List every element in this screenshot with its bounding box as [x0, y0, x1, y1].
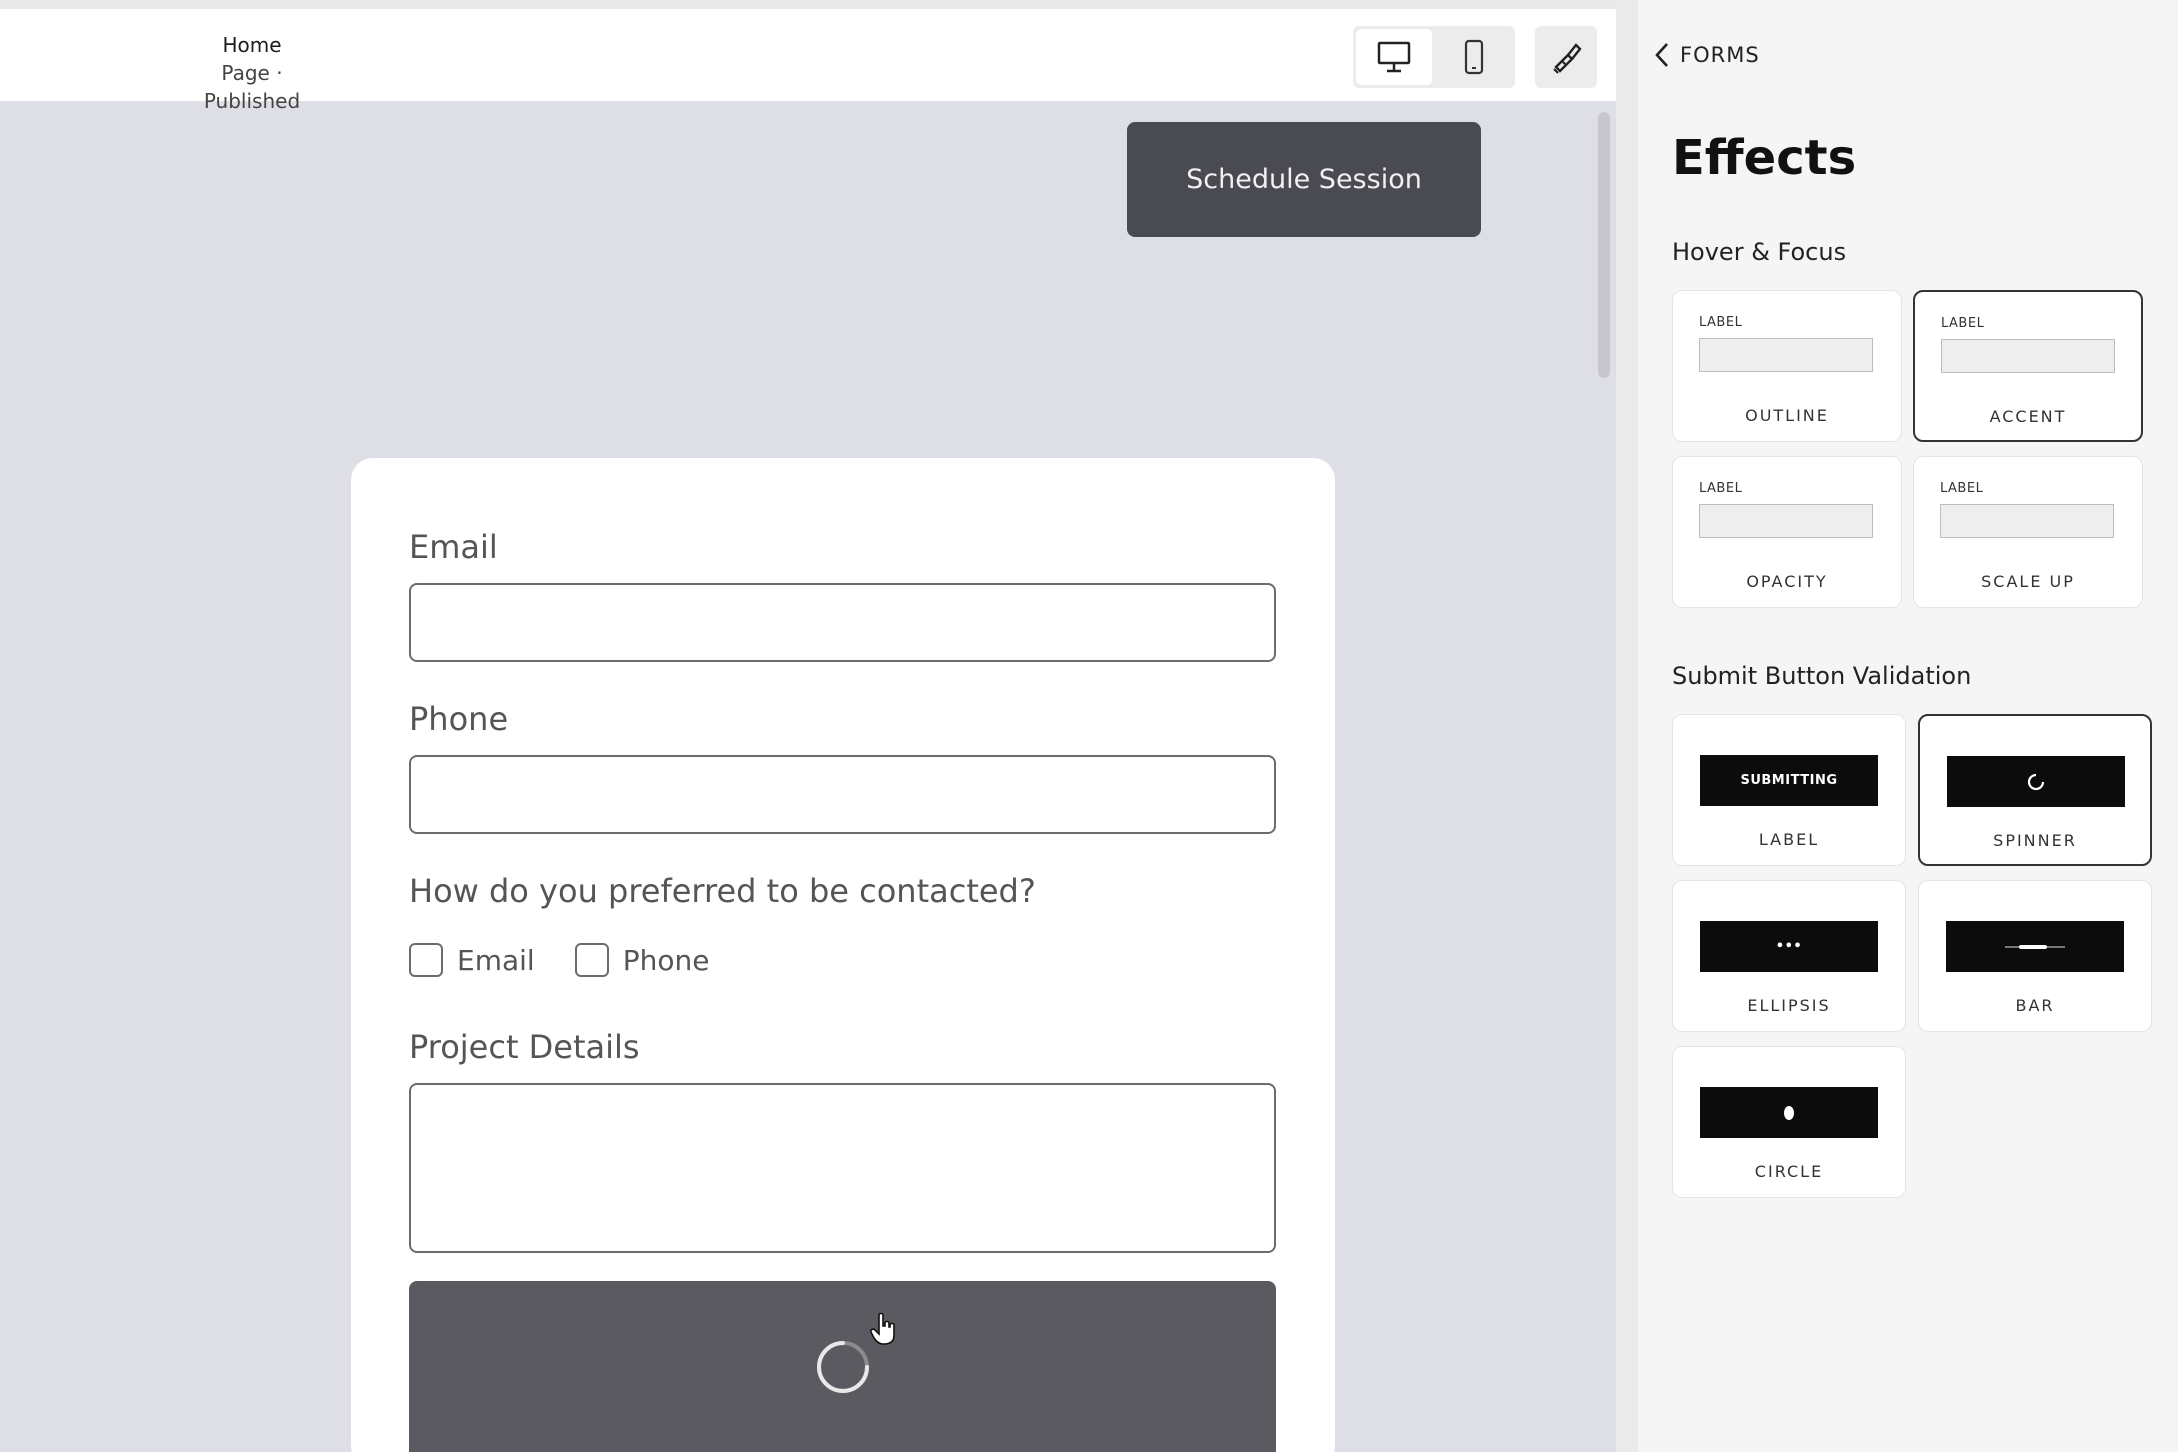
email-checkbox-label[interactable]: Email — [457, 944, 535, 977]
option-name: BAR — [2015, 996, 2055, 1015]
panel-title: Effects — [1672, 130, 1857, 186]
hover-option-opacity[interactable]: LABEL OPACITY — [1672, 456, 1902, 608]
back-to-forms-link[interactable]: FORMS — [1654, 42, 1760, 68]
contact-question: How do you preferred to be contacted? — [409, 872, 1036, 910]
preview-input — [1941, 339, 2115, 373]
email-checkbox[interactable] — [409, 943, 443, 977]
back-label: FORMS — [1680, 43, 1760, 67]
hand-cursor-icon — [870, 1312, 895, 1345]
email-field[interactable] — [409, 583, 1276, 662]
hover-focus-heading: Hover & Focus — [1672, 238, 1847, 266]
page-status: Page · Published — [203, 61, 301, 113]
preview-button — [1947, 756, 2125, 807]
preview-input — [1699, 504, 1873, 538]
site-styles-button[interactable] — [1535, 26, 1597, 88]
chevron-left-icon — [1655, 43, 1668, 67]
preview-label: LABEL — [1941, 316, 1985, 331]
phone-checkbox[interactable] — [574, 943, 609, 977]
preview-label: LABEL — [1699, 481, 1743, 496]
phone-checkbox-label[interactable]: Phone — [623, 944, 710, 977]
mobile-icon — [1464, 39, 1484, 75]
option-name: CIRCLE — [1754, 1162, 1824, 1181]
option-name: ACCENT — [1989, 407, 2067, 426]
option-name: ELLIPSIS — [1747, 996, 1831, 1015]
email-label: Email — [409, 528, 498, 566]
device-toggle — [1353, 26, 1515, 88]
panel-divider — [1616, 0, 1638, 1452]
desktop-icon — [1377, 41, 1411, 73]
submit-validation-heading: Submit Button Validation — [1672, 662, 1972, 690]
project-details-field[interactable] — [409, 1083, 1276, 1253]
editor-topbar: Home Page · Published — [0, 9, 1616, 113]
contact-form: Email Phone How do you preferred to be c… — [351, 458, 1335, 1452]
preview-input — [1699, 338, 1873, 372]
phone-field[interactable] — [409, 755, 1276, 834]
validation-option-ellipsis[interactable]: ••• ELLIPSIS — [1672, 880, 1906, 1032]
spinner-icon — [816, 1341, 869, 1393]
option-name: OUTLINE — [1745, 406, 1829, 425]
option-name: SPINNER — [1993, 831, 2077, 850]
circle-icon — [1784, 1105, 1794, 1120]
preview-button — [1700, 1087, 1878, 1138]
validation-option-label[interactable]: SUBMITTING LABEL — [1672, 714, 1906, 866]
project-details-label: Project Details — [409, 1028, 640, 1066]
mobile-view-button[interactable] — [1436, 29, 1512, 85]
phone-label: Phone — [409, 700, 509, 738]
schedule-session-button[interactable]: Schedule Session — [1127, 122, 1481, 237]
option-name: SCALE UP — [1981, 572, 2075, 591]
contact-options: Email Phone — [409, 940, 749, 980]
preview-button: SUBMITTING — [1700, 755, 1878, 806]
hover-option-scale-up[interactable]: LABEL SCALE UP — [1913, 456, 2143, 608]
hover-option-outline[interactable]: LABEL OUTLINE — [1672, 290, 1902, 442]
option-name: OPACITY — [1746, 572, 1828, 591]
hover-option-accent[interactable]: LABEL ACCENT — [1913, 290, 2143, 442]
page-title: Home — [222, 33, 282, 57]
canvas-scrollbar-thumb[interactable] — [1598, 112, 1610, 378]
validation-option-spinner[interactable]: SPINNER — [1918, 714, 2152, 866]
paintbrush-icon — [1553, 43, 1582, 74]
preview-button: ••• — [1700, 921, 1878, 972]
submit-button[interactable] — [409, 1281, 1276, 1452]
top-strip — [0, 0, 1616, 9]
page-info[interactable]: Home Page · Published — [172, 31, 332, 115]
preview-label: LABEL — [1940, 481, 1984, 496]
preview-button — [1946, 921, 2124, 972]
preview-label: LABEL — [1699, 315, 1743, 330]
bar-icon — [2005, 944, 2065, 949]
spinner-icon — [2027, 773, 2045, 790]
editor-canvas: Home Page · Published Schedule Session E… — [0, 0, 1616, 1452]
validation-option-circle[interactable]: CIRCLE — [1672, 1046, 1906, 1198]
validation-option-bar[interactable]: BAR — [1918, 880, 2152, 1032]
preview-input — [1940, 504, 2114, 538]
option-name: LABEL — [1758, 830, 1820, 849]
desktop-view-button[interactable] — [1356, 29, 1432, 85]
